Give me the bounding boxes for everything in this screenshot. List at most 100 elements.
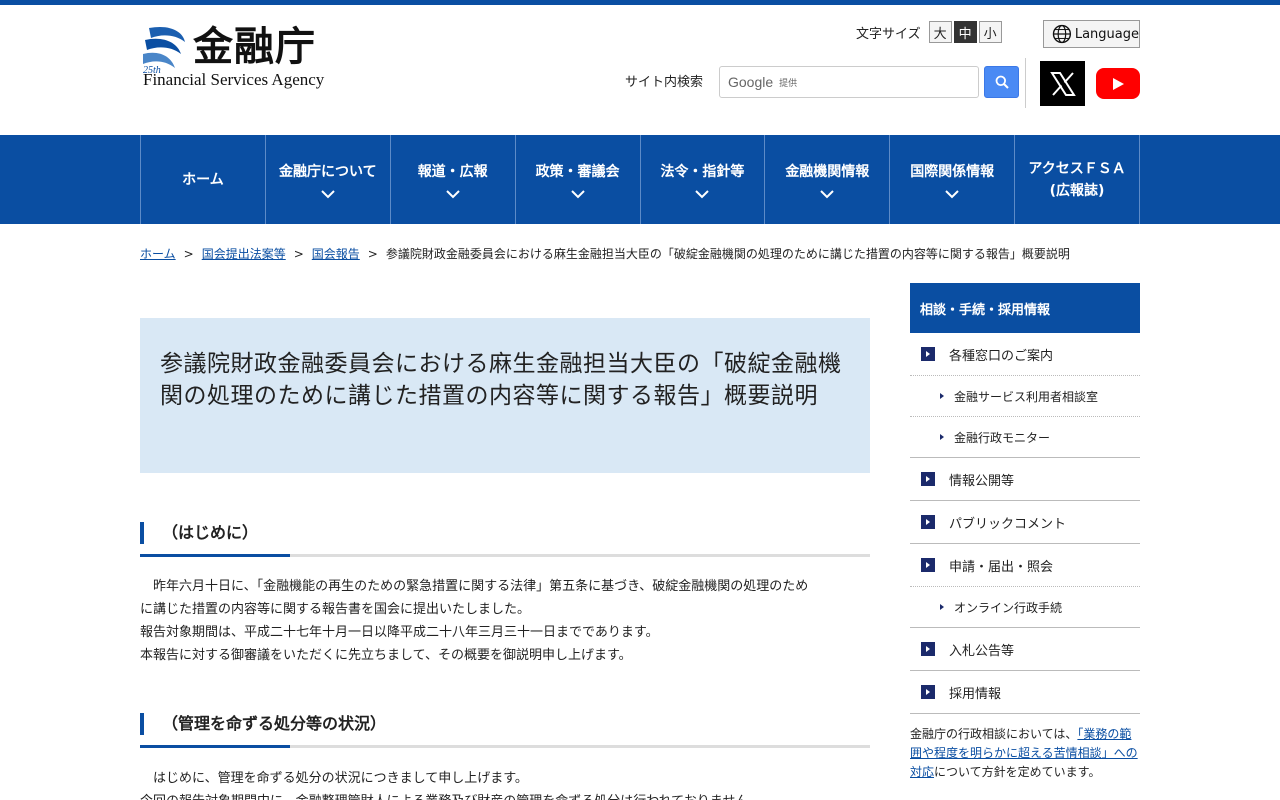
paragraph-line: はじめに、管理を命ずる処分の状況につきまして申し上げます。: [140, 771, 528, 786]
sidebar-item-disclosure[interactable]: 情報公開等: [910, 458, 1140, 501]
arrow-bullet-icon: [921, 642, 935, 656]
nav-about-fsa[interactable]: 金融庁について: [266, 135, 391, 224]
page-title-box: 参議院財政金融委員会における麻生金融担当大臣の「破綻金融機関の処理のために講じた…: [140, 318, 870, 473]
sidebar-item-public-comment[interactable]: パブリックコメント: [910, 501, 1140, 544]
breadcrumb-current: 参議院財政金融委員会における麻生金融担当大臣の「破綻金融機関の処理のために講じた…: [385, 247, 1070, 261]
triangle-bullet-icon: [940, 434, 944, 440]
nav-policy[interactable]: 政策・審議会: [516, 135, 641, 224]
sidebar-item-label: 金融行政モニター: [954, 430, 1051, 445]
arrow-bullet-icon: [921, 558, 935, 572]
sidebar-item-online-procedures[interactable]: オンライン行政手続: [910, 587, 1140, 628]
font-size-label: 文字サイズ: [856, 26, 921, 42]
breadcrumb-home-link[interactable]: ホーム: [140, 247, 176, 261]
chevron-down-icon: [321, 189, 335, 198]
youtube-play-icon: [1113, 77, 1124, 90]
nav-institutions[interactable]: 金融機関情報: [765, 135, 891, 224]
sidebar-item-label: 採用情報: [949, 686, 1002, 702]
sidebar-note-suffix: について方針を定めています。: [934, 765, 1101, 779]
heading-underline-accent: [140, 554, 290, 557]
heading-accent-bar: [140, 713, 144, 735]
sidebar-item-admin-monitor[interactable]: 金融行政モニター: [910, 417, 1140, 458]
header-divider: [1025, 58, 1026, 108]
nav-home-label: ホーム: [182, 171, 224, 188]
chevron-down-icon: [445, 189, 460, 198]
chevron-down-icon: [695, 189, 710, 198]
sidebar-item-consumer-consultation[interactable]: 金融サービス利用者相談室: [910, 376, 1140, 417]
section-body-management: はじめに、管理を命ずる処分の状況につきまして申し上げます。 今回の報告対象期間中…: [140, 767, 870, 800]
chevron-down-icon: [570, 189, 585, 198]
google-brand-sub: 提供: [779, 78, 798, 89]
search-icon: [995, 75, 1009, 89]
site-search-input[interactable]: Google 提供: [719, 66, 979, 98]
breadcrumb-separator: >: [183, 247, 194, 261]
breadcrumb-separator: >: [293, 247, 304, 261]
breadcrumb: ホーム > 国会提出法案等 > 国会報告 > 参議院財政金融委員会における麻生金融担当大臣の…: [140, 245, 1070, 262]
section-heading-text: （はじめに）: [162, 523, 259, 542]
top-accent-bar: [0, 0, 1280, 5]
nav-access-fsa[interactable]: アクセスＦＳＡ (広報誌): [1015, 135, 1140, 224]
fsa-logo[interactable]: 25th 金融庁 Financial Services Agency: [141, 22, 341, 92]
sidebar-heading: 相談・手続・採用情報: [910, 283, 1140, 333]
section-heading-management: （管理を命ずる処分等の状況）: [140, 713, 870, 749]
x-social-link[interactable]: [1040, 61, 1085, 106]
language-label: Language: [1074, 26, 1139, 42]
nav-access-fsa-sublabel: (広報誌): [1049, 182, 1105, 199]
sidebar-item-label: 各種窓口のご案内: [949, 348, 1054, 364]
sidebar-note-prefix: 金融庁の行政相談においては、: [910, 727, 1078, 741]
nav-press-label: 報道・広報: [417, 163, 488, 180]
paragraph-line: 今回の報告対象期間中に、金融整理管財人による業務及び財産の管理を命ずる処分は行わ…: [140, 790, 870, 800]
section-body-intro: 昨年六月十日に、「金融機能の再生のための緊急措置に関する法律」第五条に基づき、破…: [140, 575, 870, 667]
nav-access-fsa-label: アクセスＦＳＡ: [1028, 160, 1126, 177]
search-button[interactable]: [984, 66, 1019, 98]
triangle-bullet-icon: [940, 393, 944, 399]
sidebar-item-label: 申請・届出・照会: [949, 559, 1054, 575]
sidebar-item-label: オンライン行政手続: [954, 600, 1063, 615]
chevron-down-icon: [945, 189, 959, 198]
font-size-small-button[interactable]: 小: [978, 21, 1002, 43]
google-brand-text: Google: [728, 74, 774, 90]
language-button[interactable]: Language: [1043, 20, 1140, 48]
breadcrumb-bills-link[interactable]: 国会提出法案等: [202, 247, 286, 261]
global-nav: ホーム 金融庁について 報道・広報 政策・審議会 法令・指針等 金融機関情報 国…: [0, 135, 1280, 224]
heading-underline-accent: [140, 745, 290, 748]
nav-policy-label: 政策・審議会: [535, 163, 620, 180]
paragraph-line: 本報告に対する御審議をいただくに先立ちまして、その概要を御説明申し上げます。: [140, 648, 632, 663]
breadcrumb-diet-report-link[interactable]: 国会報告: [312, 247, 360, 261]
sidebar-item-label: 金融サービス利用者相談室: [954, 389, 1099, 404]
logo-english-name: Financial Services Agency: [143, 70, 325, 89]
chevron-down-icon: [820, 189, 835, 198]
breadcrumb-separator: >: [367, 247, 378, 261]
nav-international[interactable]: 国際関係情報: [890, 135, 1016, 224]
arrow-bullet-icon: [921, 347, 935, 361]
nav-laws[interactable]: 法令・指針等: [641, 135, 766, 224]
logo-japanese-name: 金融庁: [193, 23, 316, 70]
globe-icon: [1052, 24, 1072, 44]
arrow-bullet-icon: [921, 515, 935, 529]
paragraph-line: に講じた措置の内容等に関する報告書を国会に提出いたしました。: [140, 602, 531, 617]
font-size-switcher: 文字サイズ 大 中 小: [856, 21, 1002, 43]
triangle-bullet-icon: [940, 604, 944, 610]
page-title: 参議院財政金融委員会における麻生金融担当大臣の「破綻金融機関の処理のために講じた…: [160, 351, 842, 409]
nav-institutions-label: 金融機関情報: [785, 163, 870, 180]
youtube-social-link[interactable]: [1096, 68, 1140, 99]
sidebar-menu: 各種窓口のご案内 金融サービス利用者相談室 金融行政モニター 情報公開等 パブリ…: [910, 333, 1140, 714]
sidebar-item-bids[interactable]: 入札公告等: [910, 628, 1140, 671]
nav-international-label: 国際関係情報: [910, 163, 995, 180]
nav-about-fsa-label: 金融庁について: [279, 163, 377, 180]
sidebar-item-contact-windows[interactable]: 各種窓口のご案内: [910, 333, 1140, 376]
x-logo-icon: [1049, 71, 1076, 96]
section-heading-text: （管理を命ずる処分等の状況）: [162, 714, 387, 733]
paragraph-line: 昨年六月十日に、「金融機能の再生のための緊急措置に関する法律」第五条に基づき、破…: [140, 579, 809, 594]
section-heading-intro: （はじめに）: [140, 522, 870, 558]
nav-press[interactable]: 報道・広報: [391, 135, 516, 224]
font-size-medium-button[interactable]: 中: [953, 21, 977, 43]
heading-accent-bar: [140, 522, 144, 544]
font-size-large-button[interactable]: 大: [928, 21, 952, 43]
nav-laws-label: 法令・指針等: [660, 163, 745, 180]
sidebar-item-recruitment[interactable]: 採用情報: [910, 671, 1140, 714]
sidebar-item-label: パブリックコメント: [949, 516, 1067, 532]
sidebar-item-applications[interactable]: 申請・届出・照会: [910, 544, 1140, 587]
nav-home[interactable]: ホーム: [141, 135, 266, 224]
paragraph-line: 報告対象期間は、平成二十七年十月一日以降平成二十八年三月三十一日までであります。: [140, 625, 659, 640]
sidebar-note: 金融庁の行政相談においては、「業務の範囲や程度を明らかに超える苦情相談」への対応…: [910, 725, 1142, 782]
